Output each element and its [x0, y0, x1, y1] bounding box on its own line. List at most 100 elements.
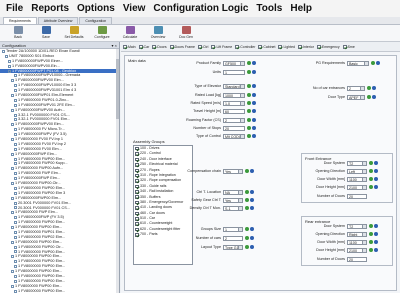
info-icon[interactable] [251, 70, 256, 74]
filter-checkbox[interactable] [169, 44, 174, 49]
assembly-group-checkbox[interactable] [135, 200, 139, 205]
menu-configuration-logic[interactable]: Configuration Logic [149, 3, 252, 14]
filter-checkbox[interactable] [211, 44, 216, 49]
info-icon[interactable] [249, 236, 254, 240]
assembly-group-checkbox[interactable] [135, 146, 139, 151]
number-of-stops-input[interactable]: 20 [223, 125, 245, 131]
assembly-group-checkbox[interactable] [135, 190, 139, 194]
layout-type-dropdown[interactable]: Type G1 [223, 244, 243, 250]
door-height-mm-dropdown[interactable]: 2100 [347, 247, 367, 253]
assembly-group-checkbox[interactable] [135, 206, 139, 210]
scrollbar-thumb[interactable] [116, 59, 119, 119]
info-icon[interactable] [373, 185, 378, 189]
calculate-button[interactable]: Calculate [116, 26, 144, 39]
info-icon[interactable] [373, 177, 378, 181]
assembly-group-checkbox[interactable] [135, 157, 139, 162]
tab-attribute-overview[interactable]: Attribute Overview [37, 17, 79, 24]
menu-tools[interactable]: Tools [252, 3, 286, 14]
number-of-doors-input[interactable]: 20 [347, 256, 367, 262]
info-icon[interactable] [251, 118, 256, 122]
info-icon[interactable] [251, 61, 256, 65]
type-of-elevator-dropdown[interactable]: Standard [223, 83, 245, 89]
info-icon[interactable] [373, 161, 378, 165]
configure-button[interactable]: Configure [88, 26, 116, 39]
filter-checkbox[interactable] [297, 44, 302, 49]
menu-view[interactable]: View [119, 3, 150, 14]
info-icon[interactable] [249, 227, 254, 231]
filter-emergency[interactable]: Emergency [316, 44, 340, 49]
doc-gen-button[interactable]: Doc Gen [172, 26, 200, 39]
filter-checkbox[interactable] [235, 44, 240, 49]
info-icon[interactable] [249, 206, 254, 210]
door-height-mm-dropdown[interactable]: 2100 [347, 184, 367, 190]
filter-checkbox[interactable] [342, 44, 347, 49]
info-icon[interactable] [251, 126, 256, 130]
info-icon[interactable] [249, 198, 254, 202]
filter-doors-frame[interactable]: Doors Frame [169, 44, 195, 49]
assembly-group-checkbox[interactable] [135, 184, 139, 189]
menu-file[interactable]: File [2, 3, 27, 14]
info-icon[interactable] [373, 224, 378, 228]
info-icon[interactable] [251, 109, 256, 113]
filter-checkbox[interactable] [123, 44, 127, 49]
door-system-dropdown[interactable]: T2 [347, 160, 367, 166]
assembly-group-checkbox[interactable] [135, 211, 139, 216]
assembly-group-checkbox[interactable] [135, 233, 139, 237]
filter-controller[interactable]: Controller [235, 44, 255, 49]
menu-help[interactable]: Help [286, 3, 316, 14]
opening-direction-dropdown[interactable]: Left [347, 168, 367, 174]
ctrl-t-location-dropdown[interactable]: NA [223, 189, 243, 195]
info-icon[interactable] [251, 93, 256, 97]
filter-ctrl[interactable]: Ctrl [198, 44, 208, 49]
save-button[interactable]: Save [32, 26, 60, 39]
assembly-group-checkbox[interactable] [135, 222, 139, 226]
menu-options[interactable]: Options [73, 3, 119, 14]
overview-button[interactable]: Overview [144, 26, 172, 39]
filter-lighted[interactable]: Lighted [278, 44, 295, 49]
filter-checkbox[interactable] [316, 44, 321, 49]
filter-checkbox[interactable] [278, 44, 283, 49]
filter-checkbox[interactable] [138, 44, 143, 49]
info-icon[interactable] [251, 84, 256, 88]
filter-cabinet[interactable]: Cabinet [258, 44, 275, 49]
no-of-car-entrances-dropdown[interactable]: 2 [347, 85, 365, 91]
info-icon[interactable] [249, 169, 254, 173]
panel-pin-close-icon[interactable]: ▾ × [112, 42, 117, 48]
assembly-group-checkbox[interactable] [135, 179, 139, 183]
tree-scrollbar[interactable] [116, 49, 119, 293]
set-defaults-button[interactable]: Set Defaults [60, 26, 88, 39]
assembly-group-checkbox[interactable] [135, 163, 139, 167]
door-width-mm-dropdown[interactable]: 1100 [347, 176, 367, 182]
info-icon[interactable] [249, 245, 254, 249]
filter-lift-frame[interactable]: Lift Frame [211, 44, 232, 49]
tab-requirements[interactable]: Requirements [3, 17, 37, 24]
filter-checkbox[interactable] [152, 44, 157, 49]
back-button[interactable]: Back [4, 26, 32, 39]
filter-interior[interactable]: Interior [297, 44, 314, 49]
type-of-control-dropdown[interactable]: Mit CODC [223, 133, 245, 139]
door-system-dropdown[interactable]: T2 [347, 223, 367, 229]
density-ctrl-t-mon-dropdown[interactable]: S-1 [223, 205, 243, 211]
menu-reports[interactable]: Reports [27, 3, 73, 14]
safety-gear-ctrl-t-dropdown[interactable]: Yes [223, 197, 243, 203]
assembly-group-checkbox[interactable] [135, 152, 139, 156]
rated-speed-m-s-dropdown[interactable]: 1.0 [223, 100, 245, 106]
assembly-group-checkbox[interactable] [135, 227, 139, 232]
compensation-chain-dropdown[interactable]: Yes [223, 168, 243, 174]
rated-load-kg-dropdown[interactable]: 1000 [223, 92, 245, 98]
assembly-group-checkbox[interactable] [135, 173, 139, 178]
info-icon[interactable] [373, 232, 378, 236]
filter-checkbox[interactable] [258, 44, 263, 49]
info-icon[interactable] [371, 86, 376, 90]
info-icon[interactable] [249, 190, 254, 194]
tab-configuration[interactable]: Configuration [79, 17, 113, 24]
door-width-mm-dropdown[interactable]: 1100 [347, 239, 367, 245]
filter-main[interactable]: Main [123, 44, 136, 49]
number-of-cars-input[interactable]: 2 [223, 235, 243, 241]
filter-car[interactable]: Car [138, 44, 149, 49]
info-icon[interactable] [375, 61, 380, 65]
info-icon[interactable] [251, 101, 256, 105]
opening-direction-dropdown[interactable]: Right [347, 231, 367, 237]
pg-requirements-dropdown[interactable]: Basic [347, 60, 369, 66]
filter-doors[interactable]: Doors [152, 44, 167, 49]
